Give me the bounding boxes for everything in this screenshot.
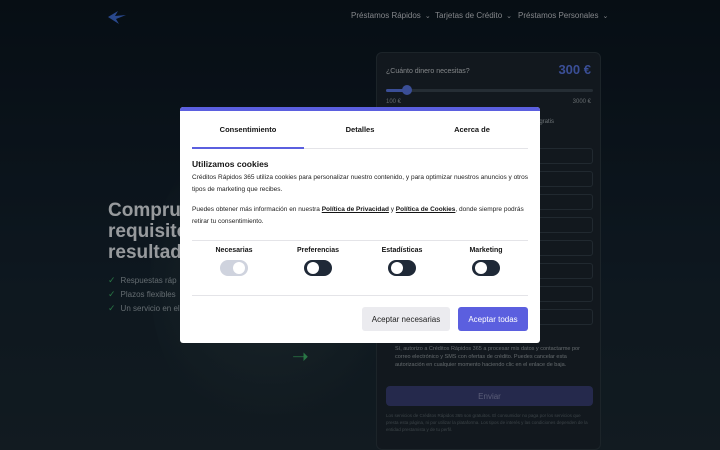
divider <box>192 240 528 241</box>
tab-acerca-de[interactable]: Acerca de <box>416 111 528 148</box>
dialog-policy-text: Puedes obtener más información en nuestr… <box>192 204 532 228</box>
necesarias-switch <box>220 260 248 276</box>
dialog-actions: Aceptar necesarias Aceptar todas <box>362 307 528 331</box>
toggle-marketing: Marketing <box>444 247 528 287</box>
dialog-title: Utilizamos cookies <box>192 159 269 169</box>
toggle-preferencias: Preferencias <box>276 247 360 287</box>
toggle-label: Marketing <box>469 247 503 254</box>
divider <box>192 295 528 296</box>
cookie-toggles: Necesarias Preferencias Estadísticas Mar… <box>192 247 528 287</box>
dialog-description: Créditos Rápidos 365 utiliza cookies par… <box>192 174 529 193</box>
dialog-tabs: Consentimiento Detalles Acerca de <box>192 111 528 149</box>
accept-necessary-button[interactable]: Aceptar necesarias <box>362 307 450 331</box>
toggle-label: Preferencias <box>296 247 340 254</box>
accept-all-button[interactable]: Aceptar todas <box>458 307 528 331</box>
privacy-policy-link[interactable]: Política de Privacidad <box>322 206 389 213</box>
preferencias-switch[interactable] <box>304 260 332 276</box>
tab-detalles[interactable]: Detalles <box>304 111 416 148</box>
toggle-estadisticas: Estadísticas <box>360 247 444 287</box>
cookie-policy-link[interactable]: Política de Cookies <box>396 206 456 213</box>
policy-text-before: Puedes obtener más información en nuestr… <box>192 206 322 213</box>
estadisticas-switch[interactable] <box>388 260 416 276</box>
toggle-necesarias: Necesarias <box>192 247 276 287</box>
toggle-label: Necesarias <box>215 247 253 254</box>
toggle-label: Estadísticas <box>381 247 423 254</box>
tab-consentimiento[interactable]: Consentimiento <box>192 111 304 149</box>
marketing-switch[interactable] <box>472 260 500 276</box>
cookie-consent-dialog: Consentimiento Detalles Acerca de Utiliz… <box>180 107 540 343</box>
policy-text-and: y <box>388 206 396 213</box>
